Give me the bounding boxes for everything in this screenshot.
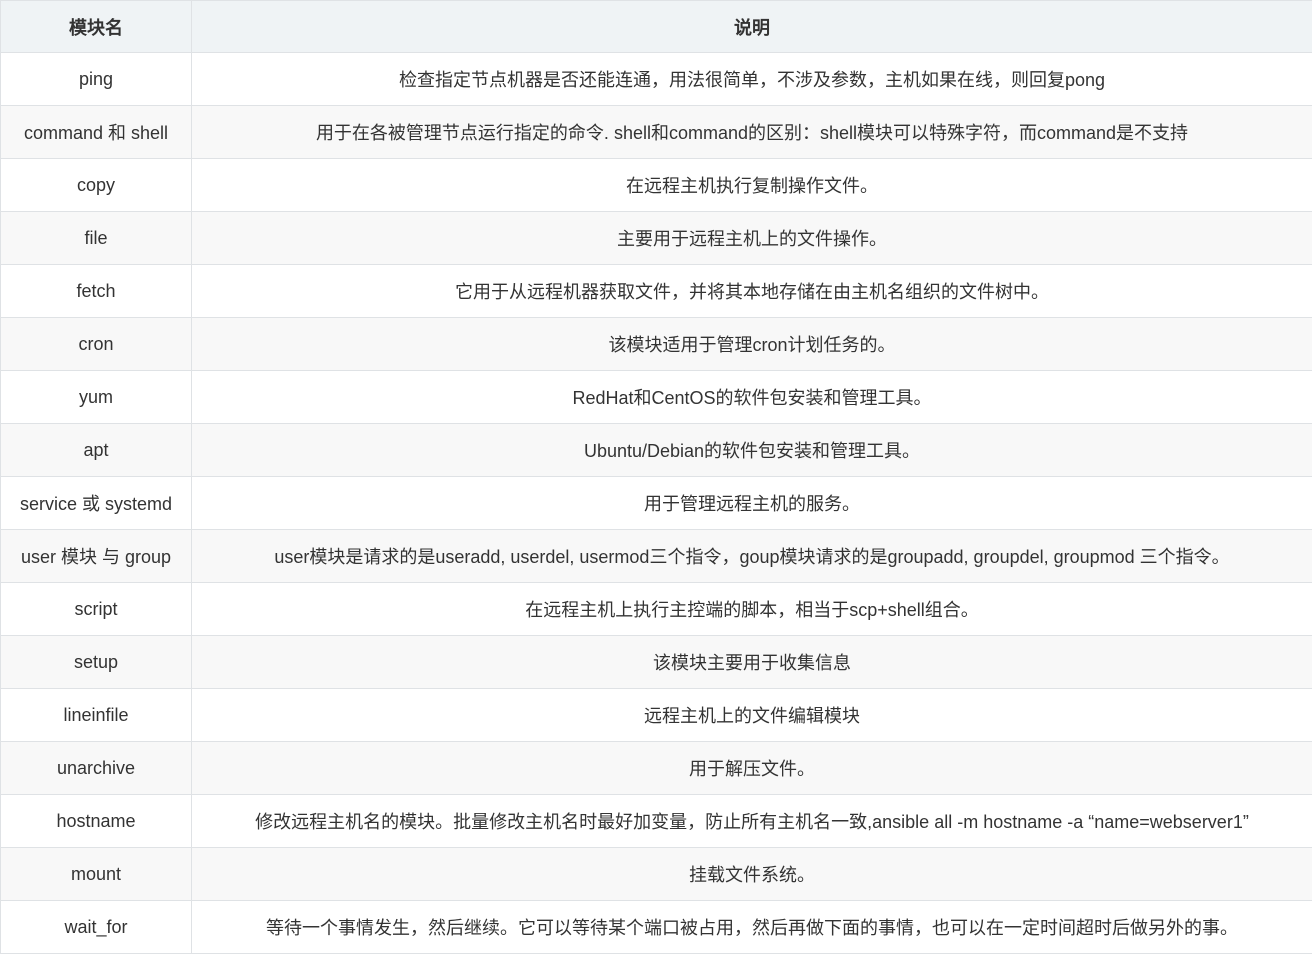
module-name-cell: service 或 systemd	[1, 477, 192, 530]
module-description-cell: 用于管理远程主机的服务。	[192, 477, 1312, 530]
table-header: 模块名 说明	[1, 1, 1312, 53]
module-description-cell: 它用于从远程机器获取文件，并将其本地存储在由主机名组织的文件树中。	[192, 265, 1312, 318]
header-module-name: 模块名	[1, 1, 192, 53]
module-name-cell: yum	[1, 371, 192, 424]
module-name-cell: hostname	[1, 795, 192, 848]
module-description-cell: 在远程主机执行复制操作文件。	[192, 159, 1312, 212]
module-table: 模块名 说明 ping检查指定节点机器是否还能连通，用法很简单，不涉及参数，主机…	[0, 0, 1312, 954]
module-name-cell: lineinfile	[1, 689, 192, 742]
module-name-cell: file	[1, 212, 192, 265]
table-row: file主要用于远程主机上的文件操作。	[1, 212, 1312, 265]
module-description-cell: 检查指定节点机器是否还能连通，用法很简单，不涉及参数，主机如果在线，则回复pon…	[192, 53, 1312, 106]
table-row: script在远程主机上执行主控端的脚本，相当于scp+shell组合。	[1, 583, 1312, 636]
header-row: 模块名 说明	[1, 1, 1312, 53]
table-row: service 或 systemd用于管理远程主机的服务。	[1, 477, 1312, 530]
module-description-cell: user模块是请求的是useradd, userdel, usermod三个指令…	[192, 530, 1312, 583]
module-name-cell: apt	[1, 424, 192, 477]
table-row: user 模块 与 groupuser模块是请求的是useradd, userd…	[1, 530, 1312, 583]
module-name-cell: cron	[1, 318, 192, 371]
module-description-cell: 该模块适用于管理cron计划任务的。	[192, 318, 1312, 371]
table-row: unarchive用于解压文件。	[1, 742, 1312, 795]
table-row: copy在远程主机执行复制操作文件。	[1, 159, 1312, 212]
module-description-cell: 该模块主要用于收集信息	[192, 636, 1312, 689]
table-row: aptUbuntu/Debian的软件包安装和管理工具。	[1, 424, 1312, 477]
module-name-cell: fetch	[1, 265, 192, 318]
module-description-cell: 挂载文件系统。	[192, 848, 1312, 901]
module-description-cell: 远程主机上的文件编辑模块	[192, 689, 1312, 742]
module-name-cell: user 模块 与 group	[1, 530, 192, 583]
module-name-cell: mount	[1, 848, 192, 901]
module-name-cell: copy	[1, 159, 192, 212]
table-row: wait_for等待一个事情发生，然后继续。它可以等待某个端口被占用，然后再做下…	[1, 901, 1312, 954]
module-description-cell: 用于解压文件。	[192, 742, 1312, 795]
table-row: command 和 shell用于在各被管理节点运行指定的命令. shell和c…	[1, 106, 1312, 159]
table-row: ping检查指定节点机器是否还能连通，用法很简单，不涉及参数，主机如果在线，则回…	[1, 53, 1312, 106]
table-row: cron该模块适用于管理cron计划任务的。	[1, 318, 1312, 371]
module-description-cell: 主要用于远程主机上的文件操作。	[192, 212, 1312, 265]
table-body: ping检查指定节点机器是否还能连通，用法很简单，不涉及参数，主机如果在线，则回…	[1, 53, 1312, 954]
module-name-cell: script	[1, 583, 192, 636]
table-row: mount挂载文件系统。	[1, 848, 1312, 901]
table-row: fetch它用于从远程机器获取文件，并将其本地存储在由主机名组织的文件树中。	[1, 265, 1312, 318]
module-name-cell: command 和 shell	[1, 106, 192, 159]
module-description-cell: 修改远程主机名的模块。批量修改主机名时最好加变量，防止所有主机名一致,ansib…	[192, 795, 1312, 848]
module-name-cell: wait_for	[1, 901, 192, 954]
module-description-cell: 等待一个事情发生，然后继续。它可以等待某个端口被占用，然后再做下面的事情，也可以…	[192, 901, 1312, 954]
table-row: lineinfile远程主机上的文件编辑模块	[1, 689, 1312, 742]
module-name-cell: unarchive	[1, 742, 192, 795]
header-description: 说明	[192, 1, 1312, 53]
module-name-cell: setup	[1, 636, 192, 689]
table-row: setup该模块主要用于收集信息	[1, 636, 1312, 689]
module-description-cell: RedHat和CentOS的软件包安装和管理工具。	[192, 371, 1312, 424]
module-description-cell: Ubuntu/Debian的软件包安装和管理工具。	[192, 424, 1312, 477]
module-name-cell: ping	[1, 53, 192, 106]
table-row: hostname修改远程主机名的模块。批量修改主机名时最好加变量，防止所有主机名…	[1, 795, 1312, 848]
module-description-cell: 在远程主机上执行主控端的脚本，相当于scp+shell组合。	[192, 583, 1312, 636]
module-description-cell: 用于在各被管理节点运行指定的命令. shell和command的区别：shell…	[192, 106, 1312, 159]
table-row: yumRedHat和CentOS的软件包安装和管理工具。	[1, 371, 1312, 424]
